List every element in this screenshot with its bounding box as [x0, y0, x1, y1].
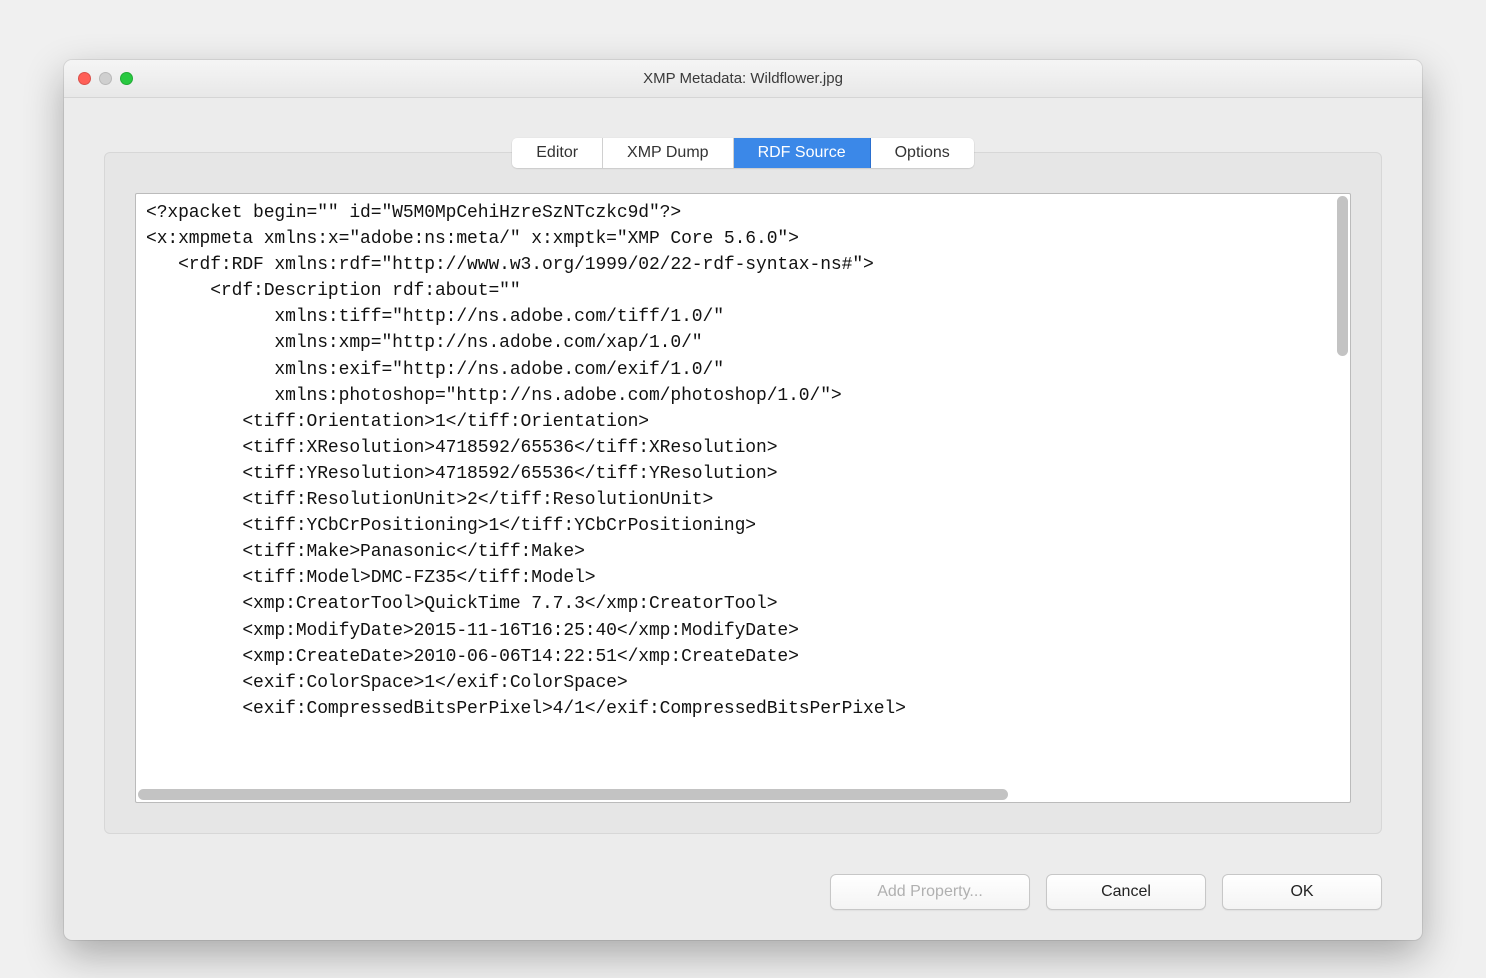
vertical-scrollbar[interactable]: [1335, 194, 1350, 802]
horizontal-scrollbar[interactable]: [136, 787, 1335, 802]
source-area-wrap: <?xpacket begin="" id="W5M0MpCehiHzreSzN…: [135, 193, 1351, 803]
tab-editor[interactable]: Editor: [512, 138, 603, 168]
tabbar: Editor XMP Dump RDF Source Options: [104, 138, 1382, 168]
vertical-scrollbar-thumb[interactable]: [1337, 196, 1348, 356]
tab-xmp-dump[interactable]: XMP Dump: [603, 138, 734, 168]
tab-rdf-source[interactable]: RDF Source: [734, 138, 871, 168]
panel: <?xpacket begin="" id="W5M0MpCehiHzreSzN…: [104, 152, 1382, 834]
window-title: XMP Metadata: Wildflower.jpg: [64, 70, 1422, 87]
maximize-icon[interactable]: [120, 72, 133, 85]
close-icon[interactable]: [78, 72, 91, 85]
cancel-button[interactable]: Cancel: [1046, 874, 1206, 910]
tab-group: Editor XMP Dump RDF Source Options: [512, 138, 973, 168]
tab-options[interactable]: Options: [871, 138, 974, 168]
add-property-button: Add Property...: [830, 874, 1030, 910]
rdf-source-text[interactable]: <?xpacket begin="" id="W5M0MpCehiHzreSzN…: [136, 194, 1335, 802]
minimize-icon: [99, 72, 112, 85]
ok-button[interactable]: OK: [1222, 874, 1382, 910]
horizontal-scrollbar-thumb[interactable]: [138, 789, 1008, 800]
dialog-window: XMP Metadata: Wildflower.jpg Editor XMP …: [64, 60, 1422, 940]
button-row: Add Property... Cancel OK: [104, 834, 1382, 910]
traffic-lights: [64, 72, 133, 85]
dialog-content: Editor XMP Dump RDF Source Options <?xpa…: [64, 98, 1422, 940]
titlebar[interactable]: XMP Metadata: Wildflower.jpg: [64, 60, 1422, 98]
